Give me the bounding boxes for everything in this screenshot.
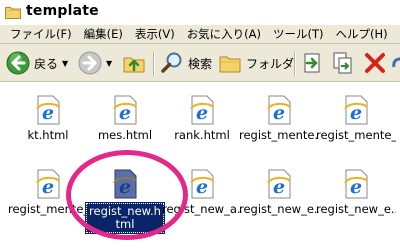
html-file-icon: e [36,95,60,125]
file-name: mes.html [97,129,153,142]
file-item[interactable]: e regist_new_a... [162,168,242,219]
back-dropdown-icon[interactable]: ▼ [62,59,68,68]
undo-icon [392,57,400,68]
menu-help[interactable]: ヘルプ(H) [330,26,394,42]
folders-label: フォルダ [246,56,295,71]
html-file-icon: e [267,95,291,125]
html-file-icon: e [113,95,137,125]
toolbar-separator [153,52,155,76]
toolbar-separator [294,52,296,76]
menu-file[interactable]: ファイル(F) [4,26,78,42]
back-arrow-icon [6,51,30,75]
file-item-selected[interactable]: e regist_new.html [85,168,165,236]
undo-button[interactable] [392,50,400,76]
file-name: regist_mente... [239,129,319,142]
file-item[interactable]: e kt.html [8,94,88,145]
file-name: rank.html [174,129,230,142]
window-title-bar[interactable]: template [0,0,400,24]
file-item[interactable]: e regist_new_e... [316,168,396,219]
file-name: regist_new_e... [239,203,319,216]
html-file-icon: e [190,169,214,199]
menu-favorites[interactable]: お気に入り(A) [181,26,267,42]
search-label: 検索 [188,56,213,71]
file-list-view[interactable]: e kt.html e mes.html e rank.html e regis… [0,82,400,251]
search-button[interactable]: 検索 [160,50,212,76]
html-file-icon: e [36,169,60,199]
html-file-icon: e [344,169,368,199]
delete-button[interactable] [364,50,386,76]
move-to-button[interactable] [302,50,324,76]
file-item[interactable]: e regist_mente... [239,94,319,145]
back-label: 戻る [34,56,59,71]
up-folder-icon [123,57,145,73]
forward-dropdown-icon[interactable]: ▼ [106,59,112,68]
folders-button[interactable]: フォルダ [218,50,294,76]
toolbar: 戻る ▼ ▼ 検索 フォルダ [0,44,400,82]
file-item[interactable]: e rank.html [162,94,242,145]
html-file-icon: e [190,95,214,125]
move-to-icon [304,53,320,73]
file-name: regist_new_e... [316,203,396,216]
copy-to-icon [333,52,352,74]
menu-bar: ファイル(F) 編集(E) 表示(V) お気に入り(A) ツール(T) ヘルプ(… [0,24,400,44]
file-name: regist_mente_... [8,203,88,216]
menu-edit[interactable]: 編集(E) [78,26,129,42]
up-folder-button[interactable] [122,50,146,76]
html-file-icon: e [344,95,368,125]
file-name: regist_new_a... [162,203,242,216]
file-item[interactable]: e regist_mente_... [316,94,396,145]
html-file-icon: e [113,169,137,199]
menu-tools[interactable]: ツール(T) [267,26,330,42]
menu-view[interactable]: 表示(V) [129,26,181,42]
search-icon [161,52,182,73]
file-item[interactable]: e regist_new_e... [239,168,319,219]
forward-arrow-icon [78,51,102,75]
file-name: kt.html [27,129,69,142]
file-item[interactable]: e mes.html [85,94,165,145]
folders-icon [219,56,241,73]
file-item[interactable]: e regist_mente_... [8,168,88,219]
file-name: regist_new.html [85,202,165,234]
delete-icon [365,53,385,73]
file-name: regist_mente_... [316,129,396,142]
back-button[interactable]: 戻る ▼ [6,50,68,76]
copy-to-button[interactable] [332,50,354,76]
html-file-icon: e [267,169,291,199]
folder-icon [5,7,21,19]
window-title: template [26,3,99,19]
forward-button[interactable]: ▼ [78,50,112,76]
